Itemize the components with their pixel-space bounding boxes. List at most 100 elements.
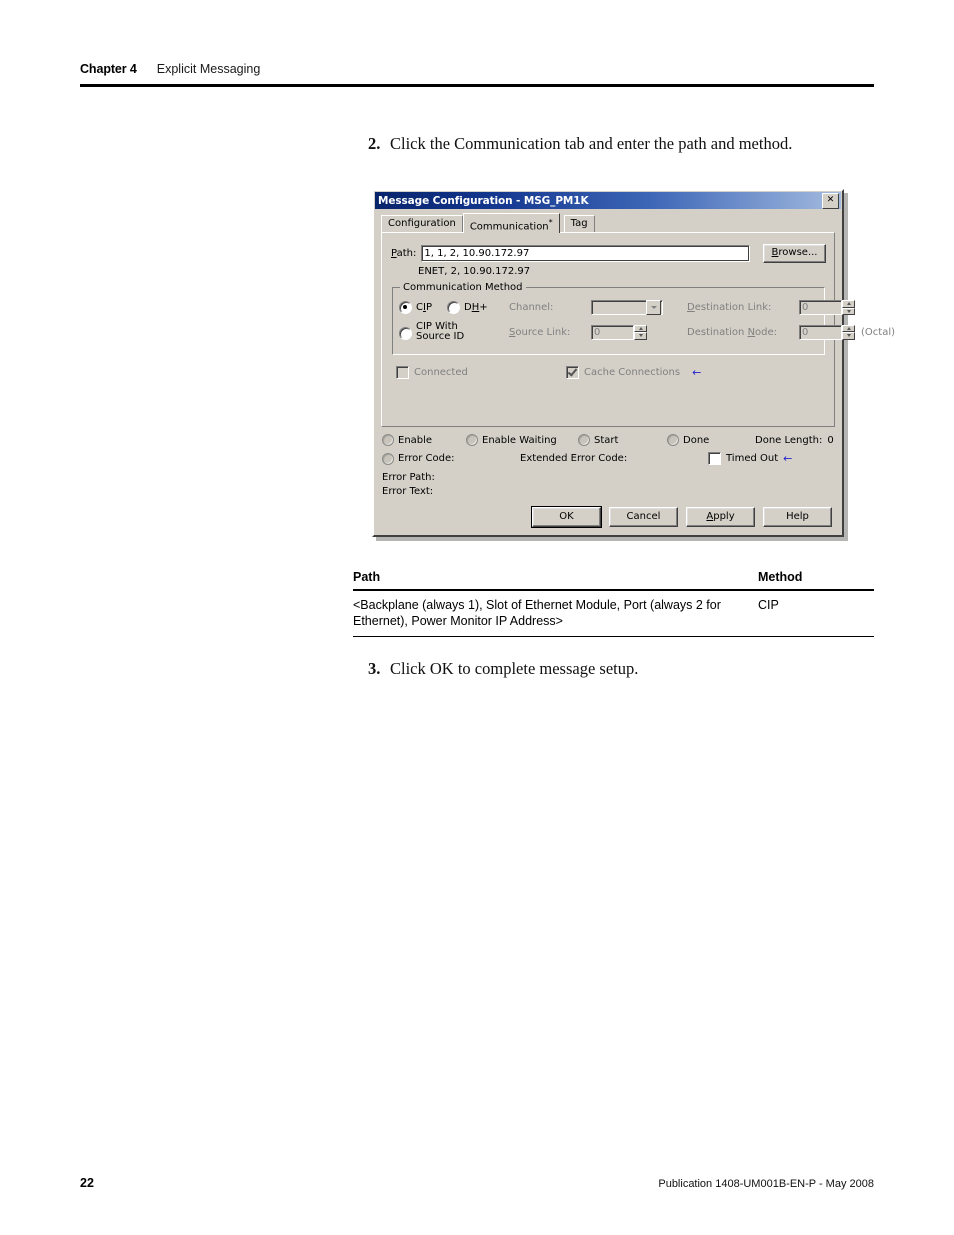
destination-node-stepper[interactable]: 0 (799, 324, 855, 340)
cell-method: CIP (758, 590, 874, 637)
cell-path: <Backplane (always 1), Slot of Ethernet … (353, 590, 758, 637)
radio-cip-label: CIP (416, 302, 432, 313)
chevron-down-icon (646, 300, 661, 315)
path-row: Path: 1, 1, 2, 10.90.172.97 Browse... (391, 244, 826, 263)
help-button[interactable]: Help (763, 507, 832, 527)
dialog-tabstrip: Configuration Communication* Tag (381, 213, 842, 233)
path-method-table: Path Method <Backplane (always 1), Slot … (353, 570, 874, 637)
cancel-button[interactable]: Cancel (609, 507, 678, 527)
radio-cip-dot (399, 301, 412, 314)
destination-link-stepper[interactable]: 0 (799, 300, 855, 315)
step-item: 2. Click the Communication tab and enter… (368, 134, 792, 154)
tab-communication[interactable]: Communication* (462, 213, 560, 233)
ok-button[interactable]: OK (531, 506, 602, 528)
enable-waiting-label: Enable Waiting (482, 434, 557, 446)
connected-checkbox[interactable]: Connected (396, 366, 566, 379)
page-number: 22 (80, 1176, 94, 1190)
destination-link-spin-buttons[interactable] (842, 300, 855, 315)
spin-down-icon[interactable] (842, 307, 855, 315)
step-item: 3. Click OK to complete message setup. (368, 659, 638, 679)
destination-link-label: Destination Link: (687, 302, 772, 313)
spin-up-icon[interactable] (842, 324, 855, 332)
cache-connections-marker-icon: ← (692, 365, 702, 379)
status-enable: Enable (382, 434, 466, 446)
communication-method-legend: Communication Method (400, 282, 526, 293)
dialog-titlebar[interactable]: Message Configuration - MSG_PM1K ✕ (375, 192, 841, 209)
communication-method-grid: CIP DH+ Channel: Destination Link: 0 CIP… (399, 300, 895, 342)
channel-select[interactable] (591, 300, 663, 315)
destination-node-value[interactable]: 0 (799, 324, 842, 340)
header-rule (80, 84, 874, 87)
spin-up-icon[interactable] (634, 324, 647, 332)
destination-link-value[interactable]: 0 (799, 300, 842, 315)
header-row: Chapter 4 Explicit Messaging (80, 62, 874, 84)
apply-button[interactable]: Apply (686, 507, 755, 527)
cache-connections-checkbox-box (566, 366, 579, 379)
timed-out-checkbox[interactable]: Timed Out (708, 452, 778, 465)
step-number: 2. (368, 134, 381, 153)
destination-node-spin-buttons[interactable] (842, 324, 855, 340)
error-text-line: Error Text: (382, 486, 434, 497)
cache-connections-checkbox[interactable]: Cache Connections (566, 366, 680, 379)
chapter-topic: Explicit Messaging (156, 62, 261, 76)
timed-out-label: Timed Out (726, 453, 779, 464)
source-link-value[interactable]: 0 (591, 324, 634, 340)
status-error-code: Error Code: (382, 452, 520, 465)
tab-tag[interactable]: Tag (563, 215, 595, 232)
enable-label: Enable (398, 434, 433, 446)
tab-configuration[interactable]: Configuration (381, 215, 463, 232)
step-number: 3. (368, 659, 381, 678)
spin-up-icon[interactable] (842, 300, 855, 308)
page-footer: 22 Publication 1408-UM001B-EN-P - May 20… (80, 1176, 874, 1190)
tab-communication-asterisk: * (548, 218, 553, 227)
source-link-stepper[interactable]: 0 (591, 324, 647, 340)
radio-cip-with-source-id[interactable]: CIP With Source ID (399, 322, 509, 342)
dialog-button-row: OK Cancel Apply Help (374, 506, 832, 528)
table-row: <Backplane (always 1), Slot of Ethernet … (353, 590, 874, 637)
dialog-status-area: Enable Enable Waiting Start Done Done Le… (382, 434, 834, 498)
done-led-icon (667, 434, 679, 446)
status-error-row: Error Code: Extended Error Code: Timed O… (382, 452, 834, 465)
path-input[interactable]: 1, 1, 2, 10.90.172.97 (421, 245, 750, 262)
message-configuration-dialog: Message Configuration - MSG_PM1K ✕ Confi… (372, 189, 895, 537)
close-icon[interactable]: ✕ (822, 192, 839, 209)
timed-out-checkbox-box (708, 452, 721, 465)
channel-label: Channel: (509, 302, 554, 313)
connection-options-row: Connected Cache Connections ← (396, 366, 834, 379)
radio-dhplus-dot (447, 301, 460, 314)
radio-cip-with-source-id-label: CIP With Source ID (416, 321, 465, 342)
radio-dhplus[interactable]: DH+ (447, 301, 509, 314)
source-link-spin-buttons[interactable] (634, 324, 647, 340)
path-label: Path: (391, 248, 417, 259)
spin-down-icon[interactable] (842, 332, 855, 340)
dialog-title: Message Configuration - MSG_PM1K (378, 194, 589, 207)
extended-error-code-label: Extended Error Code: (520, 453, 628, 464)
table-header-row: Path Method (353, 570, 874, 591)
source-link-label: Source Link: (509, 326, 571, 338)
cache-connections-label: Cache Connections (584, 367, 681, 378)
error-code-led-icon (382, 452, 394, 465)
done-length-value: 0 (827, 434, 834, 446)
timed-out-marker-icon: ← (783, 451, 793, 465)
start-led-icon (578, 434, 590, 446)
tab-configuration-label: Configuration (388, 218, 456, 229)
connected-label: Connected (414, 367, 468, 378)
done-length-label: Done Length: (755, 434, 823, 446)
browse-button[interactable]: Browse... (763, 244, 826, 263)
enable-led-icon (382, 434, 394, 446)
status-enable-waiting: Enable Waiting (466, 434, 578, 446)
step-text: Click OK to complete message setup. (390, 659, 639, 678)
step-text: Click the Communication tab and enter th… (390, 134, 793, 153)
radio-cip[interactable]: CIP (399, 301, 447, 314)
column-header-path: Path (353, 570, 758, 591)
destination-node-label: Destination Node: (687, 326, 778, 338)
publication-info: Publication 1408-UM001B-EN-P - May 2008 (658, 1178, 874, 1190)
enable-waiting-led-icon (466, 434, 478, 446)
communication-tab-pane: Path: 1, 1, 2, 10.90.172.97 Browse... EN… (381, 232, 895, 427)
spin-down-icon[interactable] (634, 332, 647, 340)
start-label: Start (594, 434, 619, 446)
octal-label: (Octal) (861, 326, 895, 338)
destination-node-cell: 0 (Octal) (799, 324, 895, 340)
status-led-row: Enable Enable Waiting Start Done Done Le… (382, 434, 834, 446)
column-header-method: Method (758, 570, 874, 591)
